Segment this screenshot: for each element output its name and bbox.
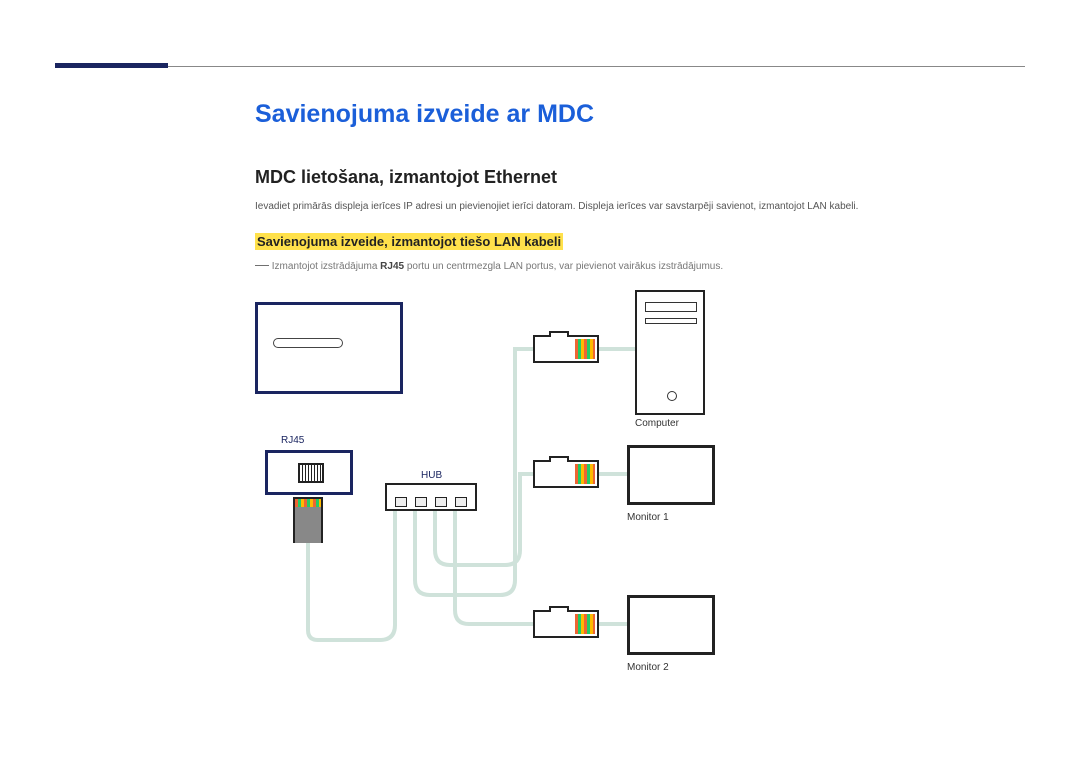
hub-port-icon xyxy=(435,497,447,507)
display-indicator xyxy=(273,338,343,348)
monitor2-label: Monitor 2 xyxy=(627,662,669,673)
subsection-heading: Savienojuma izveide, izmantojot tiešo LA… xyxy=(255,233,563,250)
hub-port-icon xyxy=(455,497,467,507)
section-heading: MDC lietošana, izmantojot Ethernet xyxy=(255,167,1025,188)
monitor1-label: Monitor 1 xyxy=(627,512,669,523)
connection-diagram: RJ45 HUB Computer Monitor 1 Monitor 2 xyxy=(255,290,735,720)
top-divider xyxy=(55,66,1025,67)
rj45-port-icon xyxy=(298,463,324,483)
display-device-icon xyxy=(255,302,403,394)
rj45-plug-icon xyxy=(533,610,599,638)
rj45-label: RJ45 xyxy=(281,435,304,446)
note-text: ― Izmantojot izstrādājuma RJ45 portu un … xyxy=(255,256,1025,272)
note-bold: RJ45 xyxy=(380,261,404,272)
hub-label: HUB xyxy=(421,470,442,481)
hub-port-icon xyxy=(395,497,407,507)
computer-slot-icon xyxy=(645,318,697,324)
rj45-plug-icon xyxy=(533,460,599,488)
intro-text: Ievadiet primārās displeja ierīces IP ad… xyxy=(255,200,1025,213)
note-dash: ― xyxy=(255,256,269,272)
monitor2-icon xyxy=(627,595,715,655)
monitor1-icon xyxy=(627,445,715,505)
header-accent-bar xyxy=(55,63,168,68)
rj45-panel-icon xyxy=(265,450,353,495)
rj45-plug-down-icon xyxy=(293,497,323,543)
hub-port-icon xyxy=(415,497,427,507)
note-after: portu un centrmezgla LAN portus, var pie… xyxy=(404,261,723,272)
rj45-plug-icon xyxy=(533,335,599,363)
page-title: Savienojuma izveide ar MDC xyxy=(255,100,1025,129)
computer-label: Computer xyxy=(635,418,679,429)
computer-icon xyxy=(635,290,705,415)
hub-icon xyxy=(385,483,477,511)
computer-drive-icon xyxy=(645,302,697,312)
page-content: Savienojuma izveide ar MDC MDC lietošana… xyxy=(255,100,1025,720)
note-before: Izmantojot izstrādājuma xyxy=(272,261,380,272)
computer-power-icon xyxy=(667,391,677,401)
